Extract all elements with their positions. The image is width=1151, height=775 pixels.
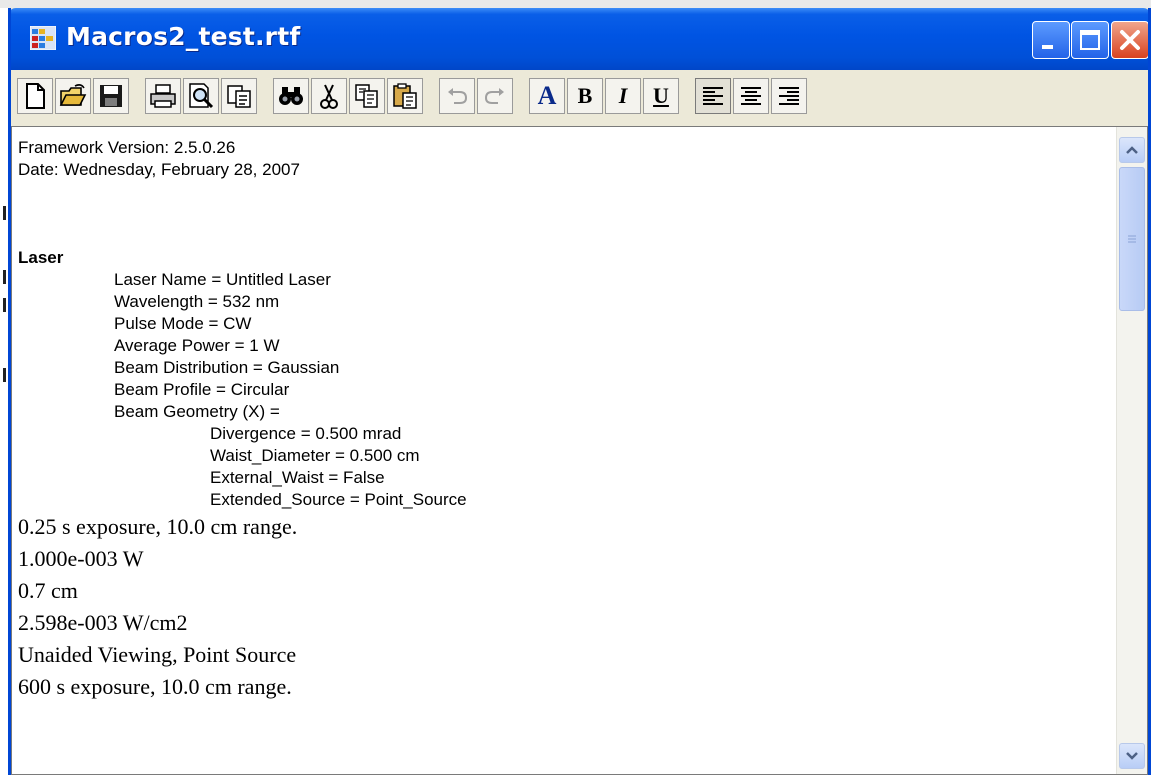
- cut-icon: [320, 84, 338, 109]
- find-button[interactable]: [273, 78, 309, 114]
- font-color-icon: A: [537, 81, 557, 110]
- scroll-down-button[interactable]: [1119, 743, 1145, 769]
- title-bar[interactable]: Macros2_test.rtf: [11, 8, 1148, 70]
- align-center-button[interactable]: [733, 78, 769, 114]
- bold-button[interactable]: B: [567, 78, 603, 114]
- find-binoculars-icon: [279, 87, 303, 105]
- laser-property-line: Pulse Mode = CW: [114, 314, 252, 333]
- paste-icon: [393, 83, 417, 109]
- align-right-button[interactable]: [771, 78, 807, 114]
- app-window: Macros2_test.rtf A B I U Framework Versi…: [8, 8, 1151, 775]
- undo-icon: [448, 88, 468, 104]
- maximize-icon: [1080, 30, 1100, 50]
- italic-button[interactable]: I: [605, 78, 641, 114]
- new-document-icon: [26, 83, 45, 109]
- laser-property-line: Beam Distribution = Gaussian: [114, 358, 340, 377]
- toolbar: A B I U: [13, 72, 1147, 122]
- background-mark: [3, 298, 6, 312]
- background-window-strip: [0, 0, 1151, 8]
- geometry-property-line: External_Waist = False: [210, 468, 385, 487]
- result-line: 1.000e-003 W: [18, 546, 144, 571]
- align-center-icon: [741, 87, 761, 105]
- print-icon: [150, 84, 176, 108]
- align-left-button[interactable]: [695, 78, 731, 114]
- print-preview-icon: [189, 83, 214, 109]
- chevron-down-icon: [1126, 752, 1138, 760]
- background-mark: [3, 368, 6, 382]
- save-button[interactable]: [93, 78, 129, 114]
- font-button[interactable]: A: [529, 78, 565, 114]
- align-right-icon: [779, 87, 799, 105]
- background-mark: [3, 206, 6, 220]
- new-document-button[interactable]: [17, 78, 53, 114]
- save-icon: [100, 85, 122, 107]
- result-line: 0.7 cm: [18, 578, 78, 603]
- scroll-up-button[interactable]: [1119, 137, 1145, 163]
- result-line: 0.25 s exposure, 10.0 cm range.: [18, 514, 298, 539]
- cut-button[interactable]: [311, 78, 347, 114]
- app-icon[interactable]: [29, 25, 57, 51]
- copy-format-button[interactable]: [221, 78, 257, 114]
- underline-icon: U: [653, 83, 669, 108]
- close-icon: [1120, 30, 1140, 50]
- paste-button[interactable]: [387, 78, 423, 114]
- copy-icon: [355, 84, 378, 108]
- geometry-property-line: Waist_Diameter = 0.500 cm: [210, 446, 420, 465]
- laser-property-line: Average Power = 1 W: [114, 336, 280, 355]
- background-mark: [3, 270, 6, 284]
- chevron-up-icon: [1126, 146, 1138, 154]
- framework-version-line: Framework Version: 2.5.0.26: [18, 138, 236, 157]
- geometry-property-line: Extended_Source = Point_Source: [210, 490, 467, 509]
- minimize-icon: [1042, 45, 1053, 49]
- document-content[interactable]: Framework Version: 2.5.0.26 Date: Wednes…: [18, 137, 1108, 703]
- grip-icon: [1128, 235, 1136, 243]
- print-preview-button[interactable]: [183, 78, 219, 114]
- minimize-button[interactable]: [1032, 21, 1070, 59]
- result-line: 2.598e-003 W/cm2: [18, 610, 188, 635]
- laser-property-line: Beam Geometry (X) =: [114, 402, 280, 421]
- copy-format-icon: [227, 85, 251, 108]
- scroll-thumb[interactable]: [1119, 167, 1145, 311]
- copy-button[interactable]: [349, 78, 385, 114]
- italic-icon: I: [618, 83, 628, 108]
- laser-property-line: Laser Name = Untitled Laser: [114, 270, 331, 289]
- rich-text-editor[interactable]: Framework Version: 2.5.0.26 Date: Wednes…: [11, 126, 1148, 775]
- window-title: Macros2_test.rtf: [66, 22, 301, 51]
- print-button[interactable]: [145, 78, 181, 114]
- open-button[interactable]: [55, 78, 91, 114]
- laser-property-line: Beam Profile = Circular: [114, 380, 290, 399]
- align-left-icon: [703, 87, 723, 105]
- section-heading: Laser: [18, 248, 64, 267]
- result-line: Unaided Viewing, Point Source: [18, 642, 297, 667]
- undo-button[interactable]: [439, 78, 475, 114]
- redo-button[interactable]: [477, 78, 513, 114]
- result-line: 600 s exposure, 10.0 cm range.: [18, 674, 292, 699]
- geometry-property-line: Divergence = 0.500 mrad: [210, 424, 402, 443]
- vertical-scrollbar[interactable]: [1116, 127, 1147, 774]
- bold-icon: B: [577, 83, 593, 108]
- laser-property-line: Wavelength = 532 nm: [114, 292, 280, 311]
- redo-icon: [484, 88, 504, 104]
- open-folder-icon: [59, 84, 87, 106]
- maximize-button[interactable]: [1071, 21, 1109, 59]
- close-button[interactable]: [1111, 21, 1148, 59]
- date-line: Date: Wednesday, February 28, 2007: [18, 160, 300, 179]
- underline-button[interactable]: U: [643, 78, 679, 114]
